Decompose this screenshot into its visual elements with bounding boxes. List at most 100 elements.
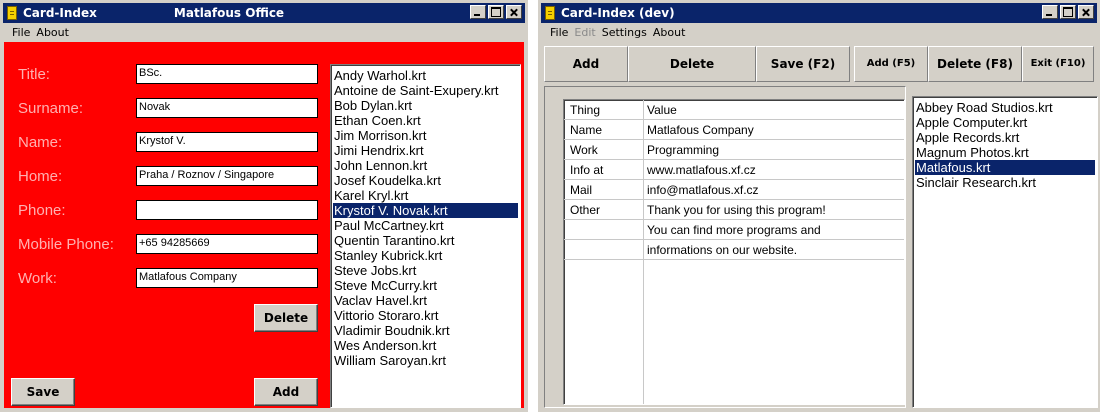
list-item[interactable]: Ethan Coen.krt xyxy=(333,113,518,128)
grid-key: Work xyxy=(570,143,598,157)
window-center-title: Matlafous Office xyxy=(173,6,285,20)
field-label: Phone: xyxy=(18,202,66,219)
list-item[interactable]: Magnum Photos.krt xyxy=(915,145,1095,160)
menu-bar: File Edit Settings About xyxy=(541,24,1097,42)
delete-f8-button[interactable]: Delete (F8) xyxy=(928,46,1022,82)
details-panel: Thing Value Name Matlafous Company Work Progr… xyxy=(544,86,906,408)
list-item[interactable]: Steve McCurry.krt xyxy=(333,278,518,293)
card-list[interactable]: Andy Warhol.krt Antoine de Saint-Exupery.… xyxy=(330,64,521,408)
grid-row[interactable]: Mail info@matlafous.xf.cz xyxy=(564,180,904,200)
field-label: Title: xyxy=(18,66,50,83)
list-item[interactable]: Sinclair Research.krt xyxy=(915,175,1095,190)
grid-key: Other xyxy=(570,203,601,217)
grid-key: Name xyxy=(570,123,603,137)
delete-button[interactable]: Delete xyxy=(254,304,318,332)
exit-f10-button[interactable]: Exit (F10) xyxy=(1022,46,1094,82)
grid-row[interactable]: Thing Value xyxy=(564,100,904,120)
card-index-window: Card-Index Matlafous Office File About Ti… xyxy=(0,0,528,412)
list-item[interactable]: Jim Morrison.krt xyxy=(333,128,518,143)
company-list[interactable]: Abbey Road Studios.krt Apple Computer.krt… xyxy=(912,96,1098,408)
list-item[interactable]: Matlafous.krt xyxy=(915,160,1095,175)
field-label: Home: xyxy=(18,168,63,185)
menu-bar: File About xyxy=(3,24,525,42)
list-item[interactable]: Vittorio Storaro.krt xyxy=(333,308,518,323)
grid-key: Info at xyxy=(570,163,604,177)
grid-row[interactable]: Info at www.matlafous.xf.cz xyxy=(564,160,904,180)
field-input[interactable]: +65 94285669 xyxy=(136,234,318,254)
grid-row[interactable]: Name Matlafous Company xyxy=(564,120,904,140)
grid-value: Thank you for using this program! xyxy=(647,203,826,217)
grid-row[interactable]: Other Thank you for using this program! xyxy=(564,200,904,220)
list-item[interactable]: Krystof V. Novak.krt xyxy=(333,203,518,218)
field-input[interactable]: Praha / Roznov / Singapore xyxy=(136,166,318,186)
list-item[interactable]: Apple Records.krt xyxy=(915,130,1095,145)
grid-row[interactable]: You can find more programs and xyxy=(564,220,904,240)
field-input[interactable]: BSc. xyxy=(136,64,318,84)
field-label: Work: xyxy=(18,270,57,287)
list-item[interactable]: Vaclav Havel.krt xyxy=(333,293,518,308)
grid-row[interactable]: informations on our website. xyxy=(564,240,904,260)
grid-value: Programming xyxy=(647,143,720,157)
menu-about[interactable]: About xyxy=(651,24,690,39)
add-button[interactable]: Add xyxy=(544,46,628,82)
field-label: Name: xyxy=(18,134,63,151)
close-icon[interactable] xyxy=(1078,5,1094,19)
grid-key: Thing xyxy=(570,103,601,117)
window-controls xyxy=(1040,5,1094,21)
grid-value: Matlafous Company xyxy=(647,123,754,137)
card-index-app-icon xyxy=(545,6,555,20)
grid-key: Mail xyxy=(570,183,593,197)
save-button[interactable]: Save (F2) xyxy=(756,46,850,82)
list-item[interactable]: Quentin Tarantino.krt xyxy=(333,233,518,248)
list-item[interactable]: Karel Kryl.krt xyxy=(333,188,518,203)
field-input[interactable]: Matlafous Company xyxy=(136,268,318,288)
list-item[interactable]: Steve Jobs.krt xyxy=(333,263,518,278)
title-bar[interactable]: Card-Index (dev) xyxy=(541,3,1097,23)
list-item[interactable]: Bob Dylan.krt xyxy=(333,98,518,113)
toolbar: Add Delete Save (F2) Add (F5) Delete (F8… xyxy=(542,46,1096,82)
list-item[interactable]: Antoine de Saint-Exupery.krt xyxy=(333,83,518,98)
list-item[interactable]: Josef Koudelka.krt xyxy=(333,173,518,188)
form-area: Title: BSc. Surname: Novak Name: Krystof V. Ho… xyxy=(4,42,524,408)
main-area: Add Delete Save (F2) Add (F5) Delete (F8… xyxy=(542,42,1098,408)
list-item[interactable]: Jimi Hendrix.krt xyxy=(333,143,518,158)
list-item[interactable]: Wes Anderson.krt xyxy=(333,338,518,353)
menu-file[interactable]: File xyxy=(541,24,572,39)
minimize-icon[interactable] xyxy=(1042,5,1058,19)
list-item[interactable]: Vladimir Boudnik.krt xyxy=(333,323,518,338)
list-item[interactable]: Apple Computer.krt xyxy=(915,115,1095,130)
grid-row[interactable]: Work Programming xyxy=(564,140,904,160)
field-input[interactable]: Krystof V. xyxy=(136,132,318,152)
maximize-icon[interactable] xyxy=(1060,5,1076,19)
title-bar[interactable]: Card-Index Matlafous Office xyxy=(3,3,525,23)
details-grid[interactable]: Thing Value Name Matlafous Company Work Progr… xyxy=(563,99,905,405)
list-item[interactable]: John Lennon.krt xyxy=(333,158,518,173)
window-title: Card-Index (dev) xyxy=(561,6,675,20)
window-controls xyxy=(468,5,522,21)
field-input[interactable] xyxy=(136,200,318,220)
add-button[interactable]: Add xyxy=(254,378,318,406)
grid-value: Value xyxy=(647,103,677,117)
grid-value: You can find more programs and xyxy=(647,223,821,237)
field-label: Mobile Phone: xyxy=(18,236,114,253)
list-item[interactable]: Paul McCartney.krt xyxy=(333,218,518,233)
list-item[interactable]: Andy Warhol.krt xyxy=(333,68,518,83)
minimize-icon[interactable] xyxy=(470,5,486,19)
close-icon[interactable] xyxy=(506,5,522,19)
menu-about[interactable]: About xyxy=(34,24,73,39)
add-f5-button[interactable]: Add (F5) xyxy=(854,46,928,82)
grid-value: info@matlafous.xf.cz xyxy=(647,183,759,197)
delete-button[interactable]: Delete xyxy=(628,46,756,82)
list-item[interactable]: Abbey Road Studios.krt xyxy=(915,100,1095,115)
grid-value: www.matlafous.xf.cz xyxy=(647,163,756,177)
card-index-dev-window: Card-Index (dev) File Edit Settings About A… xyxy=(538,0,1100,412)
menu-file[interactable]: File xyxy=(3,24,34,39)
maximize-icon[interactable] xyxy=(488,5,504,19)
save-button[interactable]: Save xyxy=(11,378,75,406)
field-label: Surname: xyxy=(18,100,84,117)
list-item[interactable]: William Saroyan.krt xyxy=(333,353,518,368)
menu-edit: Edit xyxy=(574,26,596,39)
list-item[interactable]: Stanley Kubrick.krt xyxy=(333,248,518,263)
menu-settings[interactable]: Settings xyxy=(600,24,651,39)
field-input[interactable]: Novak xyxy=(136,98,318,118)
